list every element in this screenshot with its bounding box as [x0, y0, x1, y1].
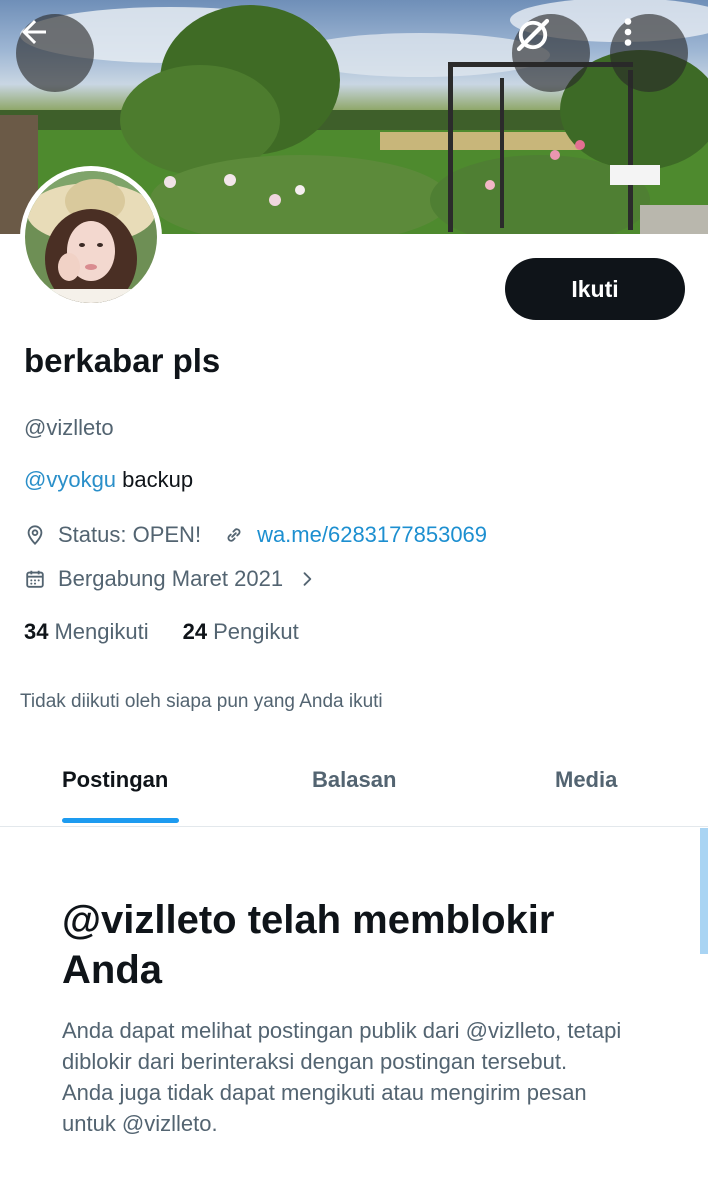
display-name: berkabar pls [24, 342, 221, 379]
tab-balasan[interactable]: Balasan [312, 767, 396, 793]
avatar-photo [25, 171, 157, 303]
profile-meta-row: Status: OPEN! wa.me/6283177853069 [24, 522, 487, 548]
mutual-followers-note: Tidak diikuti oleh siapa pun yang Anda i… [20, 691, 383, 712]
active-tab-indicator [62, 818, 179, 823]
location-pin-icon [27, 525, 43, 546]
profile-bio: @vyokgu backup [24, 467, 193, 493]
more-button[interactable] [610, 14, 688, 92]
arrow-left-icon [22, 20, 46, 44]
avatar[interactable] [20, 166, 162, 308]
tab-postingan[interactable]: Postingan [62, 767, 168, 793]
joined-row[interactable]: Bergabung Maret 2021 [24, 566, 329, 592]
grok-icon [516, 18, 550, 52]
followers-count: 24 [182, 619, 208, 644]
following-count: 34 [24, 619, 49, 644]
scrollbar[interactable] [700, 828, 708, 954]
joined-date: Bergabung Maret 2021 [58, 566, 284, 591]
blocked-title: @vizlleto telah memblokir Anda [62, 898, 555, 992]
profile-tabs: Postingan Balasan Media [0, 745, 708, 827]
following-label: Mengikuti [54, 619, 149, 644]
username-handle: @vizlleto [24, 415, 114, 440]
website-link[interactable]: wa.me/6283177853069 [257, 522, 487, 548]
follow-stats: 34 Mengikuti 24 Pengikut [24, 619, 333, 645]
bio-text: backup [116, 467, 194, 492]
more-vertical-icon [624, 18, 632, 46]
blocked-message: Anda dapat melihat postingan publik dari… [62, 1018, 622, 1136]
followers-stat[interactable]: 24 Pengikut [183, 619, 299, 645]
tab-media[interactable]: Media [555, 767, 617, 793]
bio-mention-link[interactable]: @vyokgu [24, 467, 116, 492]
avatar-image [25, 171, 157, 303]
link-icon [227, 528, 241, 542]
grok-button[interactable] [512, 14, 590, 92]
followers-label: Pengikut [213, 619, 299, 644]
chevron-right-icon [303, 572, 312, 586]
back-button[interactable] [16, 14, 94, 92]
location-text: Status: OPEN! [58, 522, 202, 547]
following-stat[interactable]: 34 Mengikuti [24, 619, 149, 645]
follow-button[interactable]: Ikuti [505, 258, 685, 320]
calendar-icon [26, 570, 44, 588]
